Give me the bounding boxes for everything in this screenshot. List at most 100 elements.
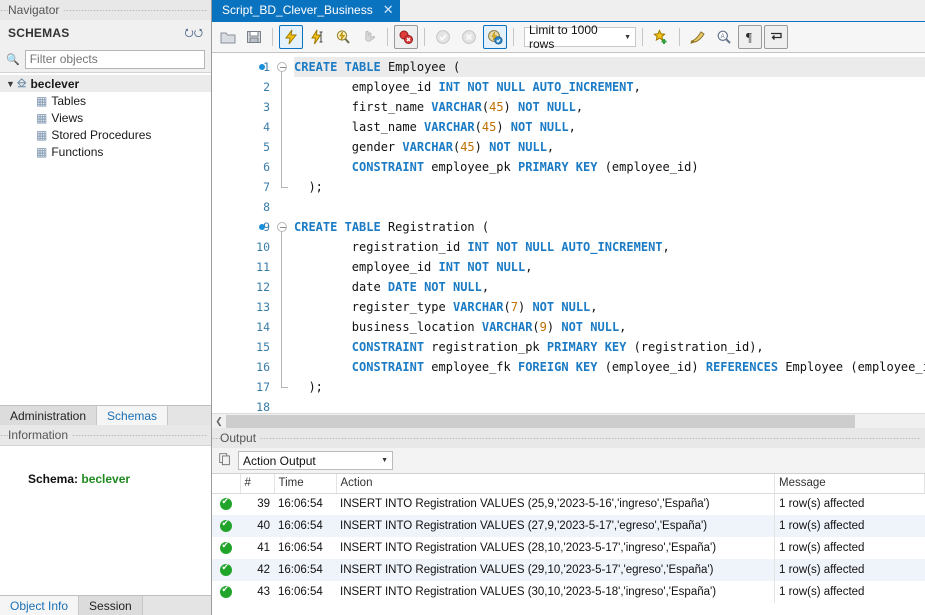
table-row[interactable]: 4216:06:54INSERT INTO Registration VALUE…: [212, 559, 925, 581]
code-line[interactable]: register_type VARCHAR(7) NOT NULL,: [294, 297, 925, 317]
editor-fold-column[interactable]: [259, 53, 294, 413]
code-line[interactable]: CONSTRAINT employee_pk PRIMARY KEY (empl…: [294, 157, 925, 177]
code-line[interactable]: last_name VARCHAR(45) NOT NULL,: [294, 117, 925, 137]
code-line[interactable]: first_name VARCHAR(45) NOT NULL,: [294, 97, 925, 117]
code-line[interactable]: [294, 397, 925, 413]
column-header-number[interactable]: #: [240, 474, 275, 494]
code-line[interactable]: registration_id INT NOT NULL AUTO_INCREM…: [294, 237, 925, 257]
code-line[interactable]: CONSTRAINT employee_fk FOREIGN KEY (empl…: [294, 357, 925, 377]
toggle-stop-on-error-icon[interactable]: [394, 25, 418, 49]
fold-marker: [272, 257, 294, 277]
copy-icon[interactable]: [218, 452, 232, 469]
scrollbar-track[interactable]: [226, 414, 925, 428]
fold-marker[interactable]: [259, 217, 294, 237]
sql-editor[interactable]: 1 2 3 4 5 6 7 8 9 10 11 12 13 14 15 16 17 18 CREATE TABLE…: [212, 53, 925, 413]
tree-node-schema-beclever[interactable]: ▼ ⎒ beclever: [0, 75, 211, 92]
caption-dots: [212, 438, 921, 439]
code-line[interactable]: employee_id INT NOT NULL AUTO_INCREMENT,: [294, 77, 925, 97]
toggle-autocommit-icon[interactable]: [483, 25, 507, 49]
tree-node-stored-procedures[interactable]: ▦ Stored Procedures: [0, 126, 211, 143]
explain-statement-icon[interactable]: [331, 25, 355, 49]
commit-icon: [431, 25, 455, 49]
code-line[interactable]: employee_id INT NOT NULL,: [294, 257, 925, 277]
tree-node-views[interactable]: ▦ Views: [0, 109, 211, 126]
close-icon[interactable]: ✕: [383, 2, 394, 18]
code-line[interactable]: );: [294, 177, 925, 197]
fold-marker: [272, 237, 294, 257]
column-header-message[interactable]: Message: [774, 474, 925, 494]
tree-node-label: Stored Procedures: [51, 127, 152, 142]
code-line[interactable]: business_location VARCHAR(9) NOT NULL,: [294, 317, 925, 337]
tree-node-functions[interactable]: ▦ Functions: [0, 143, 211, 160]
tree-node-label: beclever: [30, 76, 80, 91]
column-header-action[interactable]: Action: [336, 474, 775, 494]
sidebar-tab-object-info[interactable]: Object Info: [0, 596, 80, 615]
chevron-down-icon[interactable]: ▼: [4, 79, 17, 89]
beautify-query-icon[interactable]: [686, 25, 710, 49]
fold-line: [281, 117, 282, 137]
action-output-table[interactable]: # Time Action Message 3916:06:54INSERT I…: [212, 474, 925, 603]
table-row[interactable]: 4116:06:54INSERT INTO Registration VALUE…: [212, 537, 925, 559]
cell-time: 16:06:54: [274, 515, 336, 537]
fold-collapse-icon[interactable]: [277, 222, 287, 232]
toolbar-separator: [679, 28, 680, 46]
editor-horizontal-scrollbar[interactable]: ❮: [212, 413, 925, 428]
chevron-down-icon[interactable]: ▼: [381, 457, 388, 464]
search-input[interactable]: [24, 49, 205, 69]
fold-marker[interactable]: [259, 57, 294, 77]
cell-time: 16:06:54: [274, 493, 336, 515]
execute-statement-icon[interactable]: [279, 25, 303, 49]
sidebar-tab-session[interactable]: Session: [79, 596, 143, 615]
code-line[interactable]: CREATE TABLE Employee (: [294, 57, 925, 77]
code-line[interactable]: gender VARCHAR(45) NOT NULL,: [294, 137, 925, 157]
database-icon: ⎒: [17, 76, 27, 90]
information-caption-label: Information: [8, 428, 73, 442]
editor-code[interactable]: CREATE TABLE Employee ( employee_id INT …: [294, 53, 925, 413]
code-line[interactable]: CREATE TABLE Registration (: [294, 217, 925, 237]
code-line[interactable]: CONSTRAINT registration_pk PRIMARY KEY (…: [294, 337, 925, 357]
sidebar-tab-administration[interactable]: Administration: [0, 406, 98, 426]
code-line[interactable]: );: [294, 377, 925, 397]
tree-node-tables[interactable]: ▦ Tables: [0, 92, 211, 109]
search-icon: 🔍: [6, 53, 20, 66]
find-icon[interactable]: A: [712, 25, 736, 49]
fold-marker: [272, 77, 294, 97]
chevron-down-icon[interactable]: ▼: [624, 34, 631, 41]
toggle-invisible-chars-icon[interactable]: ¶: [738, 25, 762, 49]
information-caption: Information: [0, 425, 211, 445]
table-row[interactable]: 3916:06:54INSERT INTO Registration VALUE…: [212, 493, 925, 515]
column-header-status[interactable]: [212, 474, 241, 494]
limit-rows-dropdown[interactable]: Limit to 1000 rows ▼: [524, 23, 636, 51]
open-script-icon[interactable]: [216, 25, 240, 49]
chevron-left-icon[interactable]: ❮: [212, 416, 226, 427]
success-icon: [212, 559, 240, 581]
table-row[interactable]: 4316:06:54INSERT INTO Registration VALUE…: [212, 581, 925, 603]
column-header-time[interactable]: Time: [274, 474, 337, 494]
schema-tree[interactable]: ▼ ⎒ beclever ▦ Tables ▦ Views ▦ Stored P…: [0, 72, 211, 405]
fold-line: [281, 337, 282, 357]
folder-views-icon: ▦: [36, 110, 48, 125]
code-line[interactable]: date DATE NOT NULL,: [294, 277, 925, 297]
save-script-icon[interactable]: [242, 25, 266, 49]
cell-message: 1 row(s) affected: [774, 515, 925, 537]
fold-collapse-icon[interactable]: [277, 62, 287, 72]
main-area: Script_BD_Clever_Business ✕ Limit to 100…: [212, 0, 925, 615]
table-row[interactable]: 4016:06:54INSERT INTO Registration VALUE…: [212, 515, 925, 537]
fold-line: [281, 77, 282, 97]
output-type-select[interactable]: Action Output ▼: [238, 451, 393, 470]
save-snippet-icon[interactable]: [649, 25, 673, 49]
cell-number: 42: [240, 559, 274, 581]
execute-current-statement-icon[interactable]: [305, 25, 329, 49]
success-icon: [212, 493, 240, 515]
output-type-value: Action Output: [243, 453, 316, 468]
editor-tab-script[interactable]: Script_BD_Clever_Business ✕: [212, 0, 400, 21]
refresh-icon[interactable]: ⭮⭯: [184, 24, 203, 43]
toggle-wrapping-icon[interactable]: [764, 25, 788, 49]
fold-marker: [272, 397, 294, 413]
line-number: 11: [256, 260, 270, 274]
sidebar-tab-schemas[interactable]: Schemas: [97, 406, 169, 426]
code-line[interactable]: [294, 197, 925, 217]
fold-marker: [272, 317, 294, 337]
scrollbar-thumb[interactable]: [226, 414, 856, 428]
output-caption-label: Output: [220, 431, 261, 445]
